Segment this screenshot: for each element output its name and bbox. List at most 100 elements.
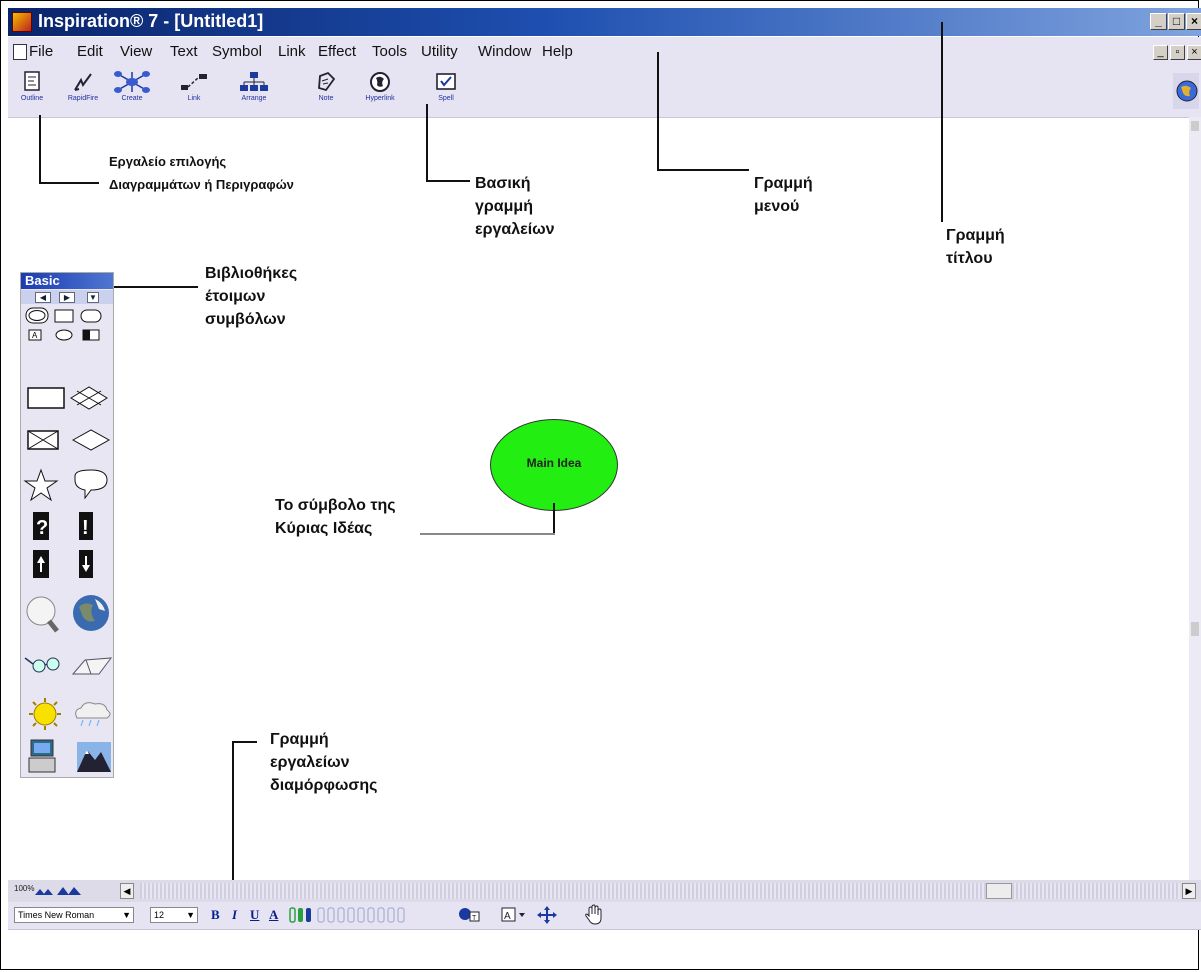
minimize-button[interactable]: _ <box>1150 13 1167 30</box>
text-color-button[interactable]: A <box>269 907 278 923</box>
palette-title[interactable]: Basic <box>21 273 113 289</box>
palette-menu-button[interactable]: ▼ <box>87 292 99 303</box>
hand-tool-icon[interactable] <box>584 904 604 926</box>
toolbar-pointer-line-h <box>426 180 470 182</box>
svg-text:!: ! <box>82 517 89 539</box>
computer-mountain-icon[interactable] <box>23 736 113 776</box>
zoom-out-icon[interactable] <box>34 884 54 896</box>
sun-cloud-icon[interactable] <box>23 696 113 730</box>
underline-button[interactable]: U <box>250 907 259 923</box>
symbol-palette: Basic ◀ ▶ ▼ A ? ! <box>20 272 114 778</box>
annotation-main-idea-symbol: Το σύμβολο της Κύριας Ιδέας <box>275 494 396 540</box>
main-idea-pointer-line <box>553 503 555 534</box>
palette-prev-button[interactable]: ◀ <box>35 292 51 303</box>
menu-window[interactable]: Window <box>478 43 531 60</box>
zoom-in-icon[interactable] <box>56 884 82 896</box>
rapidfire-button[interactable]: RapidFire <box>55 70 111 114</box>
note-button[interactable]: Note <box>298 70 354 114</box>
hyperlink-icon <box>370 72 390 92</box>
spell-icon <box>436 73 456 90</box>
window-title: Inspiration® 7 - [Untitled1] <box>38 11 264 31</box>
menu-symbol[interactable]: Symbol <box>212 43 262 60</box>
horizontal-scroll-track[interactable] <box>140 883 1180 899</box>
scroll-up-button[interactable] <box>1191 121 1199 131</box>
annotation-menu-bar: Γραμμή μενού <box>754 172 813 218</box>
create-icon <box>114 71 150 93</box>
font-size-value: 12 <box>154 910 165 920</box>
assistant-button[interactable] <box>1173 73 1199 109</box>
annotation-libraries-line3: συμβόλων <box>205 311 286 328</box>
maximize-button[interactable]: □ <box>1168 13 1185 30</box>
font-select[interactable]: Times New Roman ▼ <box>14 907 134 923</box>
menu-view[interactable]: View <box>120 43 152 60</box>
create-button[interactable]: Create <box>104 70 160 114</box>
annotation-title-bar: Γραμμή τίτλου <box>946 224 1005 270</box>
menu-bar: File Edit View Text Symbol Link Effect T… <box>8 37 1201 67</box>
menubar-pointer-line-h <box>657 169 749 171</box>
palette-next-button[interactable]: ▶ <box>59 292 75 303</box>
svg-text:A: A <box>32 331 38 340</box>
arrange-button[interactable]: Arrange <box>226 70 282 114</box>
menu-help[interactable]: Help <box>542 43 573 60</box>
horizontal-scrollbar[interactable]: 100% ◀ ▶ <box>8 880 1201 902</box>
link-button[interactable]: Link <box>166 70 222 114</box>
annotation-libraries-line1: Βιβλιοθήκες <box>205 265 298 282</box>
outline-icon <box>24 71 40 91</box>
app-icon[interactable] <box>12 12 32 32</box>
annotation-formatting-line1: Γραμμή <box>270 731 329 748</box>
star-speech-bubble-icon[interactable] <box>23 468 113 504</box>
doc-minimize-button[interactable]: _ <box>1153 45 1168 60</box>
menu-file[interactable]: File <box>29 43 53 60</box>
horizontal-scroll-thumb[interactable] <box>986 883 1012 899</box>
annotation-menu-bar-line2: μενού <box>754 198 800 215</box>
lightbulb-earth-icon[interactable] <box>23 593 113 637</box>
annotation-formatting-line3: διαμόρφωσης <box>270 777 378 794</box>
menu-link[interactable]: Link <box>278 43 306 60</box>
zoom-level[interactable]: 100% <box>14 884 34 893</box>
hyperlink-button[interactable]: Hyperlink <box>352 70 408 114</box>
crossed-box-diamond-icon[interactable] <box>23 425 113 455</box>
formatting-pointer-line-h <box>232 741 257 743</box>
main-idea-symbol[interactable]: Main Idea <box>490 419 618 511</box>
font-size-select[interactable]: 12 ▼ <box>150 907 198 923</box>
menu-utility[interactable]: Utility <box>421 43 458 60</box>
main-idea-label[interactable]: Main Idea <box>491 456 617 470</box>
annotation-main-idea-line1: Το σύμβολο της <box>275 497 396 514</box>
symbol-text-icon[interactable]: T <box>458 906 480 924</box>
document-icon[interactable] <box>13 44 27 60</box>
menu-tools[interactable]: Tools <box>372 43 407 60</box>
outline-button[interactable]: Outline <box>4 70 60 114</box>
move-arrows-icon[interactable] <box>536 905 558 925</box>
main-idea-pointer-line-h <box>420 533 555 535</box>
arrange-icon <box>240 72 268 91</box>
scroll-right-button[interactable]: ▶ <box>1182 883 1196 899</box>
annotation-main-toolbar-line2: γραμμή <box>475 198 533 215</box>
rectangle-decision-icon[interactable] <box>23 383 113 413</box>
outline-pointer-line-h <box>39 182 99 184</box>
annotation-formatting-toolbar: Γραμμή εργαλείων διαμόρφωσης <box>270 728 377 797</box>
line-style-buttons[interactable] <box>288 907 448 923</box>
doc-restore-button[interactable]: ▫ <box>1170 45 1185 60</box>
note-label: Note <box>318 95 334 102</box>
hyperlink-label: Hyperlink <box>365 95 395 102</box>
question-exclamation-arrows-icon[interactable]: ? ! <box>23 510 113 580</box>
doc-close-button[interactable]: × <box>1187 45 1201 60</box>
basic-shapes-icon[interactable]: A <box>23 306 113 346</box>
chevron-down-icon: ▼ <box>122 910 131 920</box>
italic-button[interactable]: I <box>232 907 237 923</box>
palette-navigation: ◀ ▶ ▼ <box>21 290 113 304</box>
symbol-style-icon[interactable]: A <box>501 906 529 924</box>
menu-effect[interactable]: Effect <box>318 43 356 60</box>
globe-icon <box>1176 80 1198 102</box>
glasses-book-icon[interactable] <box>23 648 113 678</box>
vertical-scrollbar[interactable] <box>1189 117 1201 882</box>
menu-edit[interactable]: Edit <box>77 43 103 60</box>
bold-button[interactable]: B <box>211 907 220 923</box>
menu-text[interactable]: Text <box>170 43 198 60</box>
annotation-menu-bar-line1: Γραμμή <box>754 175 813 192</box>
scroll-left-button[interactable]: ◀ <box>120 883 134 899</box>
close-button[interactable]: × <box>1186 13 1201 30</box>
vertical-scroll-thumb[interactable] <box>1191 622 1199 636</box>
annotation-main-toolbar-line3: εργαλείων <box>475 221 555 238</box>
annotation-main-toolbar: Βασική γραμμή εργαλείων <box>475 172 555 241</box>
